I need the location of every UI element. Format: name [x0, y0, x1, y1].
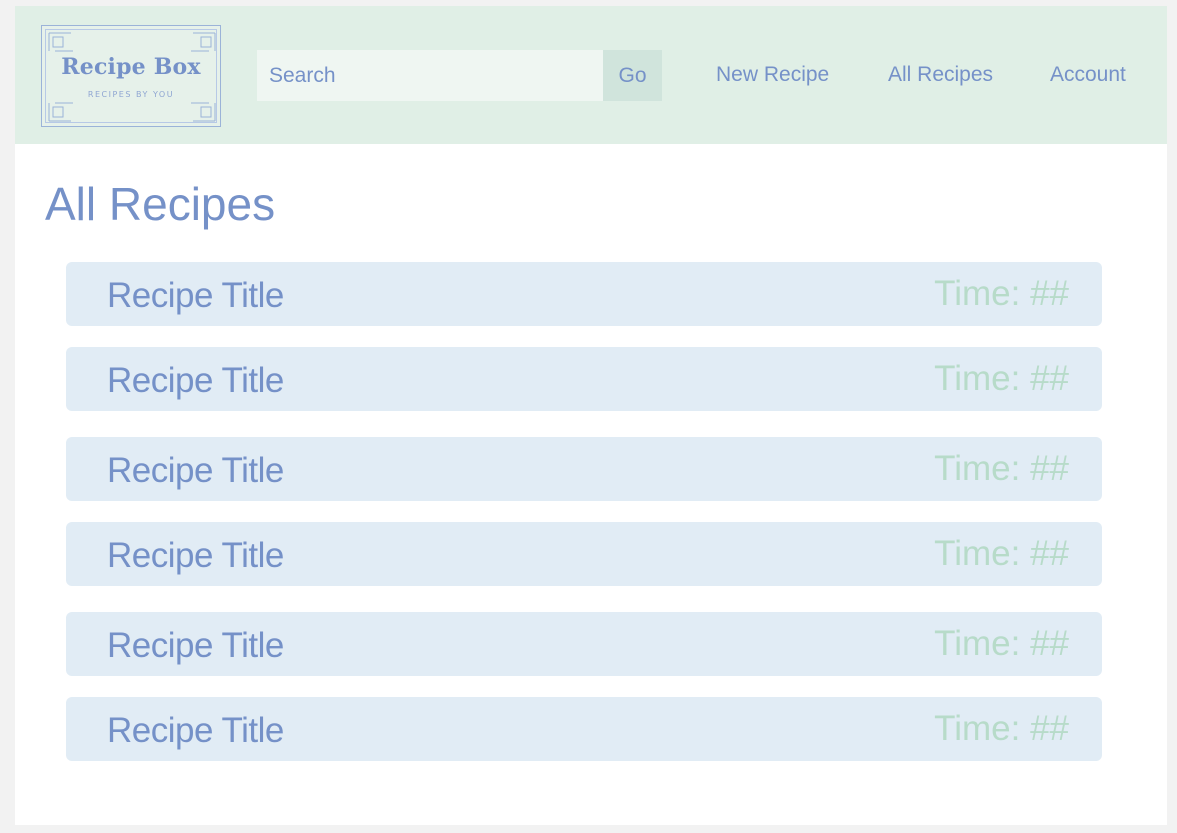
header: Recipe Box RECIPES BY YOU Go New Recipe … — [15, 6, 1167, 144]
search-input[interactable] — [257, 50, 603, 101]
recipe-title: Recipe Title — [107, 626, 284, 665]
recipe-title: Recipe Title — [107, 711, 284, 750]
recipe-time: Time: ## — [934, 449, 1069, 488]
recipe-title: Recipe Title — [107, 276, 284, 315]
recipe-time: Time: ## — [934, 534, 1069, 573]
recipe-row[interactable]: Recipe Title Time: ## — [66, 612, 1102, 676]
recipe-row[interactable]: Recipe Title Time: ## — [66, 437, 1102, 501]
recipe-title: Recipe Title — [107, 536, 284, 575]
logo-title: Recipe Box — [61, 54, 201, 80]
nav-all-recipes[interactable]: All Recipes — [888, 60, 993, 90]
nav-account[interactable]: Account — [1050, 60, 1126, 90]
recipe-row[interactable]: Recipe Title Time: ## — [66, 262, 1102, 326]
logo-subtitle: RECIPES BY YOU — [87, 90, 175, 99]
logo[interactable]: Recipe Box RECIPES BY YOU — [41, 25, 221, 127]
recipe-row[interactable]: Recipe Title Time: ## — [66, 347, 1102, 411]
recipe-row[interactable]: Recipe Title Time: ## — [66, 697, 1102, 761]
page-title: All Recipes — [45, 178, 276, 230]
recipe-row[interactable]: Recipe Title Time: ## — [66, 522, 1102, 586]
app-frame: Recipe Box RECIPES BY YOU Go New Recipe … — [15, 6, 1167, 825]
recipe-time: Time: ## — [934, 624, 1069, 663]
recipe-time: Time: ## — [934, 359, 1069, 398]
recipe-title: Recipe Title — [107, 361, 284, 400]
nav-new-recipe[interactable]: New Recipe — [716, 60, 829, 90]
recipe-title: Recipe Title — [107, 451, 284, 490]
search-go-button[interactable]: Go — [603, 50, 662, 101]
recipe-time: Time: ## — [934, 274, 1069, 313]
recipe-time: Time: ## — [934, 709, 1069, 748]
